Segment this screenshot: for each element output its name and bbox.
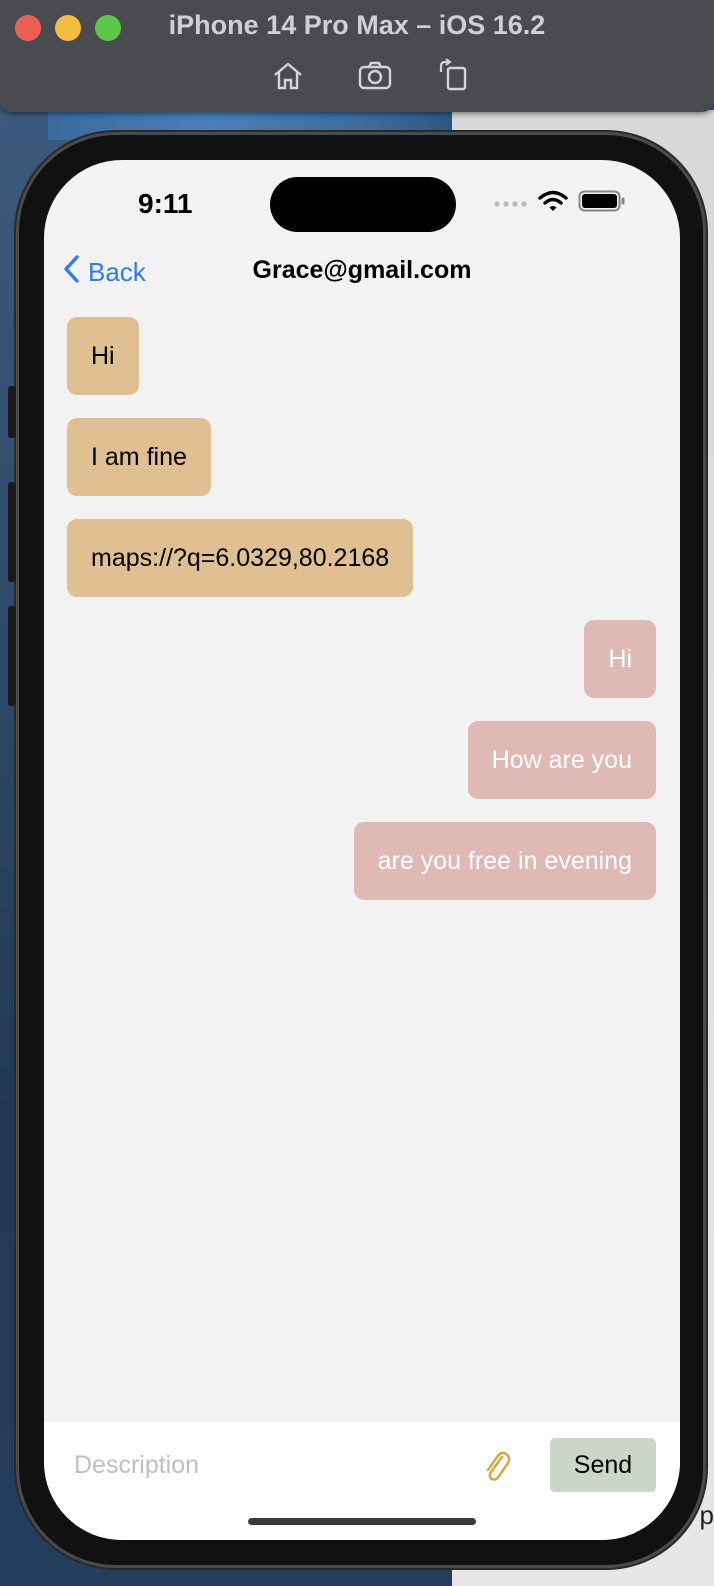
outgoing-message[interactable]: are you free in evening	[353, 822, 656, 900]
simulator-titlebar: iPhone 14 Pro Max – iOS 16.2	[0, 0, 714, 112]
cellular-dots-icon	[494, 195, 528, 213]
mute-switch	[8, 386, 16, 438]
home-icon[interactable]	[270, 58, 306, 94]
incoming-message[interactable]: I am fine	[67, 418, 211, 496]
volume-down-button	[8, 606, 16, 706]
volume-up-button	[8, 482, 16, 582]
send-button[interactable]: Send	[550, 1438, 656, 1492]
screenshot-icon[interactable]	[357, 58, 393, 94]
chat-title: Grace@gmail.com	[252, 256, 472, 284]
battery-icon	[578, 190, 626, 217]
incoming-message-link[interactable]: maps://?q=6.0329,80.2168	[67, 519, 414, 597]
paperclip-icon[interactable]	[482, 1448, 512, 1484]
rotate-icon[interactable]	[436, 58, 472, 94]
phone-screen: 9:11 Back Grace@gmail.com Hi I am fine m…	[44, 160, 680, 1540]
incoming-message[interactable]: Hi	[67, 317, 139, 395]
desktop-corner-text: p	[699, 1500, 714, 1530]
status-icons	[494, 190, 626, 217]
outgoing-message[interactable]: How are you	[467, 721, 656, 799]
description-input[interactable]	[74, 1442, 454, 1488]
status-time: 9:11	[138, 188, 193, 219]
simulator-title: iPhone 14 Pro Max – iOS 16.2	[168, 10, 546, 40]
dynamic-island	[270, 177, 456, 232]
wifi-icon	[538, 190, 568, 217]
home-indicator	[248, 1518, 476, 1525]
outgoing-message[interactable]: Hi	[584, 620, 656, 698]
